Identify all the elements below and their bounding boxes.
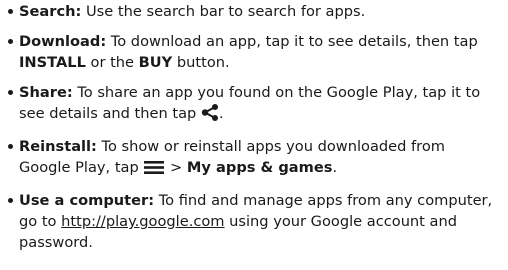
text-search: Use the search bar to search for apps.: [81, 3, 366, 20]
menu-icon: [143, 159, 165, 181]
help-document: Search: Use the search bar to search for…: [0, 0, 508, 270]
term-reinstall: Reinstall:: [19, 138, 97, 155]
list-item-download: Download: To download an app, tap it to …: [8, 31, 500, 73]
list-item-share: Share: To share an app you found on the …: [8, 82, 500, 127]
keyword-install: INSTALL: [19, 54, 86, 71]
play-store-link[interactable]: http://play.google.com: [61, 213, 224, 230]
list-item-reinstall: Reinstall: To show or reinstall apps you…: [8, 136, 500, 181]
term-download: Download:: [19, 33, 107, 50]
keyword-my-apps: My apps & games: [186, 159, 333, 176]
share-icon: [201, 104, 219, 127]
keyword-buy: BUY: [138, 54, 173, 71]
list-item-search: Search: Use the search bar to search for…: [8, 1, 500, 22]
text-download-b: or the: [85, 54, 139, 71]
text-reinstall-b: .: [332, 159, 338, 176]
term-search: Search:: [19, 3, 82, 20]
text-share-b: .: [218, 105, 224, 122]
tips-list: Search: Use the search bar to search for…: [8, 1, 500, 253]
separator: >: [165, 159, 187, 176]
text-share-a: To share an app you found on the Google …: [19, 84, 481, 122]
text-download-c: button.: [172, 54, 230, 71]
text-download-a: To download an app, tap it to see detail…: [106, 33, 478, 50]
term-computer: Use a computer:: [19, 192, 155, 209]
list-item-computer: Use a computer: To find and manage apps …: [8, 190, 500, 253]
term-share: Share:: [19, 84, 73, 101]
